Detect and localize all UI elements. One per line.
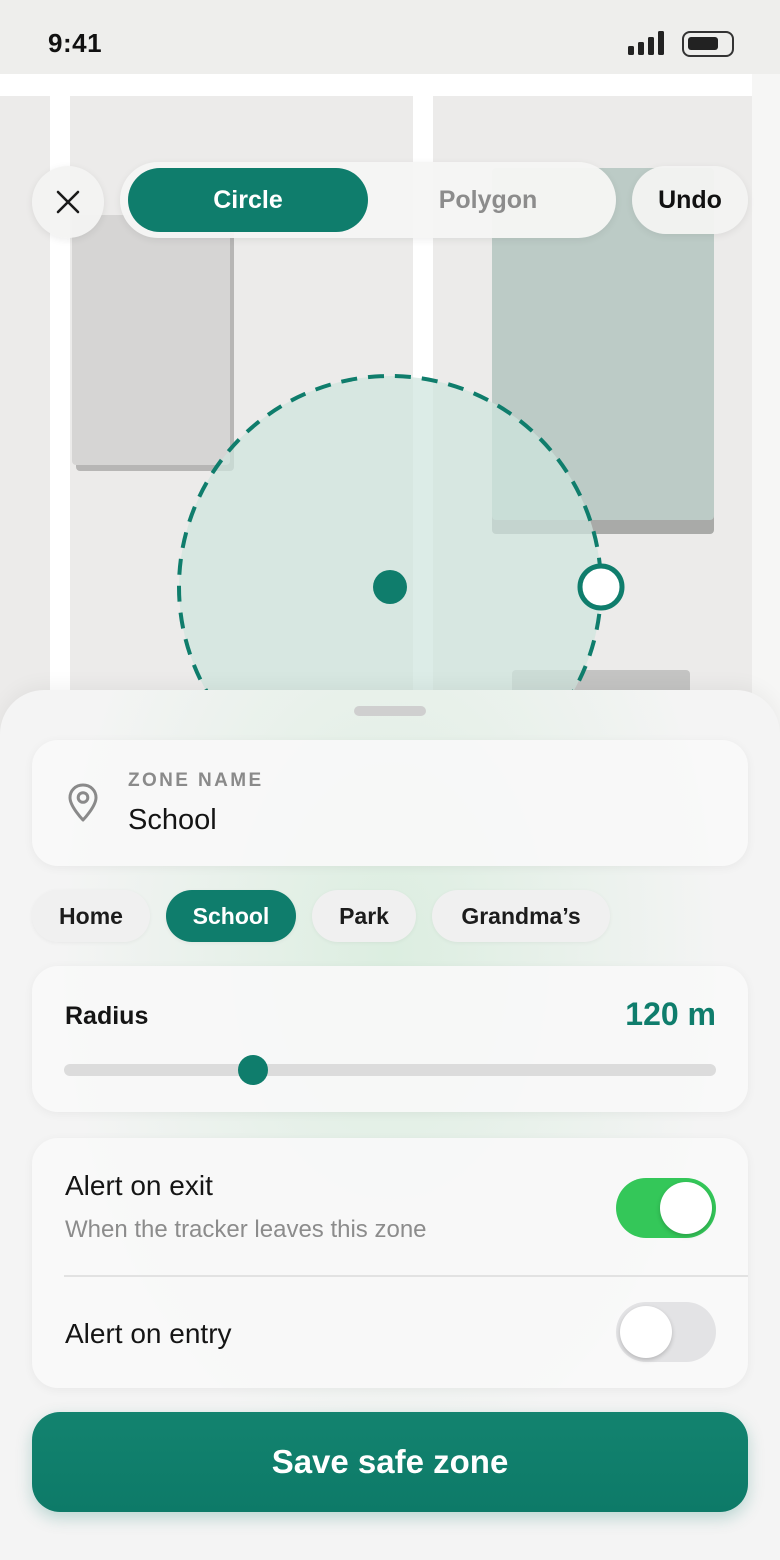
divider <box>64 1275 748 1277</box>
alert-exit-toggle[interactable] <box>616 1178 716 1238</box>
radius-slider[interactable] <box>64 1055 716 1085</box>
zone-name-field[interactable]: ZONE NAME School <box>32 740 748 866</box>
zone-name-value: School <box>128 804 217 836</box>
map-toolbar: Circle Polygon Undo <box>0 160 780 240</box>
preset-chip-park[interactable]: Park <box>312 890 416 942</box>
zone-name-label: ZONE NAME <box>128 770 264 791</box>
zone-presets: Home School Park Grandma’s <box>32 890 748 942</box>
alert-entry-title: Alert on entry <box>65 1318 232 1349</box>
alert-exit-subtitle: When the tracker leaves this zone <box>65 1216 427 1243</box>
radius-label: Radius <box>65 1002 149 1030</box>
zone-editor-sheet: ZONE NAME School Home School Park Grandm… <box>0 690 780 1560</box>
preset-chip-home[interactable]: Home <box>32 890 150 942</box>
undo-button[interactable]: Undo <box>632 166 748 234</box>
alert-exit-title: Alert on exit <box>65 1170 213 1201</box>
save-safe-zone-button[interactable]: Save safe zone <box>32 1412 748 1512</box>
status-time: 9:41 <box>48 28 103 58</box>
close-button[interactable] <box>32 166 104 238</box>
toggle-knob <box>620 1306 672 1358</box>
alerts-card: Alert on exit When the tracker leaves th… <box>32 1138 748 1388</box>
preset-chip-school[interactable]: School <box>166 890 296 942</box>
shape-mode-switch: Circle Polygon <box>120 162 616 238</box>
map-pin-icon <box>68 783 98 822</box>
mode-polygon-tab[interactable]: Polygon <box>368 168 608 232</box>
alert-entry-toggle[interactable] <box>616 1302 716 1362</box>
safe-zone-overlay <box>177 374 625 760</box>
sheet-drag-handle[interactable] <box>354 706 426 716</box>
radius-card: Radius 120 m <box>32 966 748 1112</box>
close-icon <box>56 190 80 214</box>
preset-chip-grandmas[interactable]: Grandma’s <box>432 890 610 942</box>
radius-slider-thumb[interactable] <box>238 1055 269 1085</box>
signal-icon <box>628 31 666 55</box>
toggle-knob <box>660 1182 712 1234</box>
zone-radius-handle[interactable] <box>577 563 625 611</box>
status-bar: 9:41 <box>0 0 780 74</box>
zone-center-handle[interactable] <box>373 570 407 604</box>
mode-circle-tab[interactable]: Circle <box>128 168 368 232</box>
battery-icon <box>682 31 734 57</box>
radius-value: 120 m <box>625 996 716 1032</box>
